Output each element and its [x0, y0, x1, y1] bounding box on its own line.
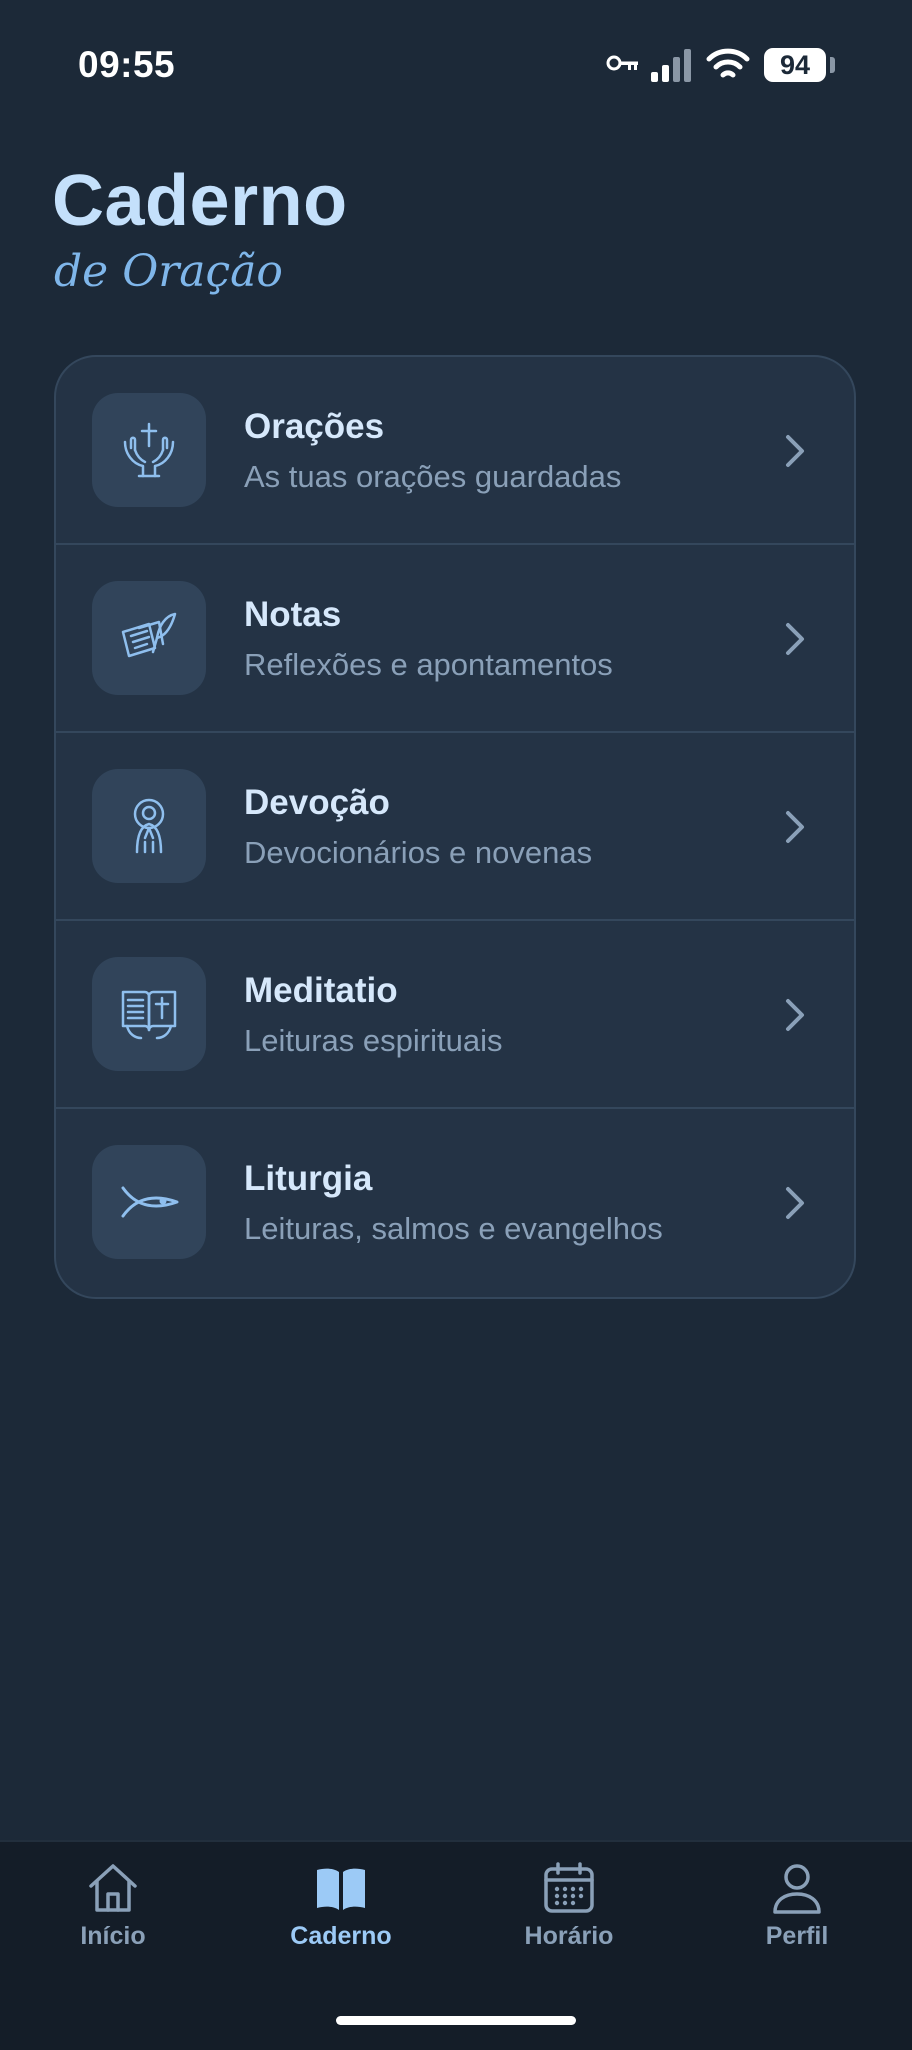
- open-bible-icon: [121, 990, 177, 1040]
- nav-label: Horário: [524, 1922, 614, 1950]
- book-icon: [317, 1868, 365, 1910]
- page-title: Caderno: [52, 161, 348, 241]
- chevron-right-icon: [786, 1187, 804, 1219]
- menu-item-subtitle: Leituras, salmos e evangelhos: [244, 1211, 663, 1246]
- praying-figure-icon: [133, 798, 165, 854]
- menu-icon-tile: [92, 1145, 206, 1259]
- key-icon: [606, 55, 638, 71]
- nav-item-horario[interactable]: Horário: [469, 1860, 669, 1951]
- chevron-right-icon: [786, 811, 804, 843]
- home-indicator: [336, 2016, 576, 2025]
- wifi-icon: [706, 48, 750, 78]
- battery-nub: [830, 57, 835, 73]
- nav-item-inicio[interactable]: Início: [13, 1860, 213, 1951]
- status-time: 09:55: [78, 44, 176, 85]
- nav-item-caderno[interactable]: Caderno: [241, 1860, 441, 1951]
- menu-icon-tile: [92, 393, 206, 507]
- nav-item-perfil[interactable]: Perfil: [697, 1860, 897, 1951]
- menu-item-title: Notas: [244, 595, 342, 634]
- nav-label: Início: [80, 1922, 146, 1950]
- battery-level: 94: [779, 50, 811, 80]
- nav-label: Perfil: [765, 1922, 829, 1950]
- menu-item-title: Orações: [244, 407, 385, 446]
- menu-item-subtitle: Devocionários e novenas: [244, 835, 593, 870]
- chevron-right-icon: [786, 999, 804, 1031]
- menu-item-meditatio[interactable]: Meditatio Leituras espirituais: [56, 921, 854, 1109]
- menu-item-subtitle: Leituras espirituais: [244, 1023, 503, 1058]
- menu-icon-tile: [92, 957, 206, 1071]
- menu-icon-tile: [92, 581, 206, 695]
- user-icon: [773, 1864, 821, 1914]
- status-bar: 09:55 94: [0, 0, 912, 110]
- chevron-right-icon: [786, 435, 804, 467]
- ichthys-fish-icon: [121, 1186, 179, 1218]
- menu-item-title: Liturgia: [244, 1159, 373, 1198]
- menu-item-subtitle: Reflexões e apontamentos: [244, 647, 613, 682]
- menu-card: Orações As tuas orações guardadas Notas …: [54, 355, 856, 1299]
- menu-icon-tile: [92, 769, 206, 883]
- menu-item-title: Devoção: [244, 783, 390, 822]
- nav-label: Caderno: [290, 1922, 392, 1950]
- praying-hands-cross-icon: [123, 422, 175, 478]
- home-icon: [89, 1864, 137, 1912]
- menu-item-devocao[interactable]: Devoção Devocionários e novenas: [56, 733, 854, 921]
- signal-icon: [651, 49, 691, 82]
- menu-item-subtitle: As tuas orações guardadas: [244, 459, 622, 494]
- page-subtitle: de Oração: [54, 246, 283, 297]
- menu-item-liturgia[interactable]: Liturgia Leituras, salmos e evangelhos: [56, 1109, 854, 1297]
- menu-item-title: Meditatio: [244, 971, 398, 1010]
- battery-indicator: 94: [764, 48, 826, 82]
- notes-quill-icon: [121, 612, 177, 658]
- chevron-right-icon: [786, 623, 804, 655]
- calendar-icon: [544, 1862, 594, 1913]
- menu-item-oracoes[interactable]: Orações As tuas orações guardadas: [56, 357, 854, 545]
- menu-item-notas[interactable]: Notas Reflexões e apontamentos: [56, 545, 854, 733]
